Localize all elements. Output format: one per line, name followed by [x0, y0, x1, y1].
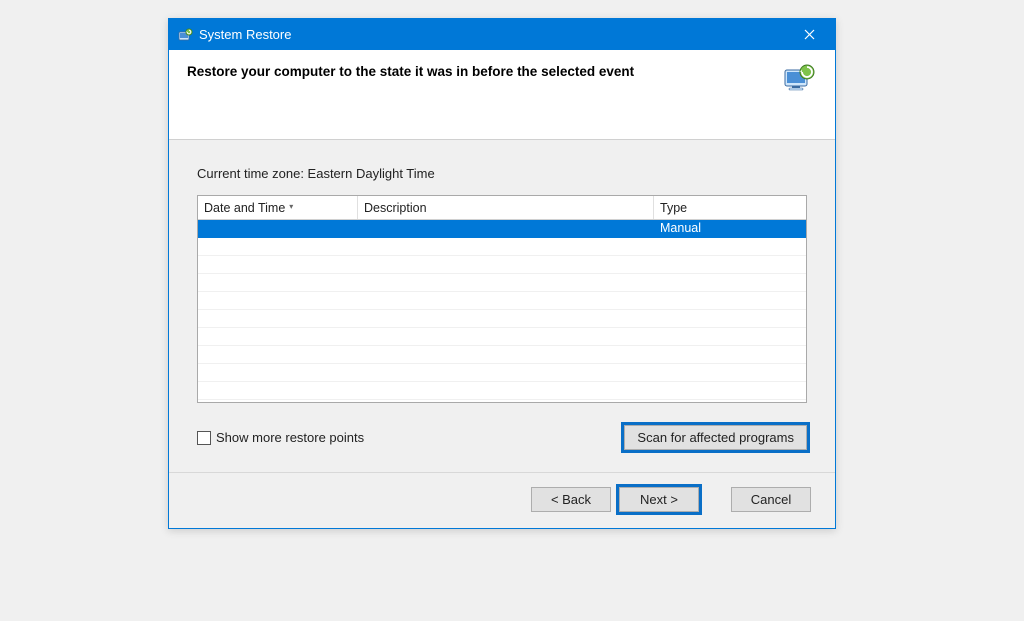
column-type[interactable]: Type: [654, 196, 806, 219]
header-section: Restore your computer to the state it wa…: [169, 50, 835, 140]
column-datetime[interactable]: Date and Time ▾: [198, 196, 358, 219]
column-description-label: Description: [364, 201, 427, 215]
cancel-button[interactable]: Cancel: [731, 487, 811, 512]
cell-description: [358, 220, 654, 238]
checkbox-icon: [197, 431, 211, 445]
timezone-label: Current time zone: Eastern Daylight Time: [197, 166, 807, 181]
options-row: Show more restore points Scan for affect…: [197, 425, 807, 450]
show-more-checkbox[interactable]: Show more restore points: [197, 430, 364, 445]
column-datetime-label: Date and Time: [204, 201, 285, 215]
sort-indicator-icon: ▾: [289, 202, 293, 211]
cell-datetime: [198, 220, 358, 238]
content-section: Current time zone: Eastern Daylight Time…: [169, 140, 835, 472]
cell-type: Manual: [654, 220, 806, 238]
restore-monitor-icon: [783, 64, 817, 99]
system-restore-dialog: System Restore Restore your computer to …: [168, 18, 836, 529]
next-button[interactable]: Next >: [619, 487, 699, 512]
empty-grid: [198, 238, 806, 400]
window-title: System Restore: [199, 27, 789, 42]
close-button[interactable]: [789, 19, 829, 50]
scan-affected-button[interactable]: Scan for affected programs: [624, 425, 807, 450]
show-more-label: Show more restore points: [216, 430, 364, 445]
footer-section: < Back Next > Cancel: [169, 472, 835, 528]
back-button[interactable]: < Back: [531, 487, 611, 512]
table-header: Date and Time ▾ Description Type: [198, 196, 806, 220]
restore-points-table[interactable]: Date and Time ▾ Description Type Manual: [197, 195, 807, 403]
system-restore-icon: [177, 27, 193, 43]
table-row[interactable]: Manual: [198, 220, 806, 238]
column-type-label: Type: [660, 201, 687, 215]
column-description[interactable]: Description: [358, 196, 654, 219]
wizard-heading: Restore your computer to the state it wa…: [187, 64, 634, 79]
table-body: Manual: [198, 220, 806, 400]
titlebar: System Restore: [169, 19, 835, 50]
